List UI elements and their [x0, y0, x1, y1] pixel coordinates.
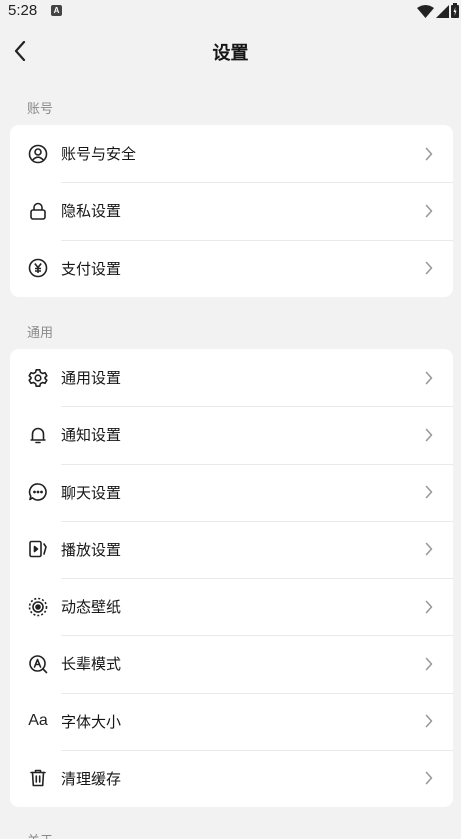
settings-item-label: 播放设置 — [61, 540, 122, 559]
lock-icon — [27, 200, 49, 222]
settings-item-label: 长辈模式 — [61, 655, 122, 674]
chevron-right-icon — [425, 485, 433, 499]
signal-icon — [436, 3, 449, 22]
user-circle-icon — [27, 143, 49, 165]
chat-bubble-icon — [27, 481, 49, 503]
section-header-account: 账号 — [27, 102, 54, 117]
chevron-right-icon — [425, 428, 433, 442]
settings-item-live-wallpaper[interactable]: 动态壁纸 — [10, 578, 453, 635]
settings-item-elder-mode[interactable]: 长辈模式 — [10, 635, 453, 692]
live-wallpaper-icon — [27, 596, 49, 618]
settings-item-chat[interactable]: 聊天设置 — [10, 463, 453, 521]
settings-item-label: 动态壁纸 — [61, 598, 122, 617]
wifi-icon — [417, 3, 434, 22]
chevron-right-icon — [425, 371, 433, 385]
settings-item-account-security[interactable]: 账号与安全 — [10, 125, 453, 182]
settings-item-label: 清理缓存 — [61, 769, 122, 788]
font-size-icon: Aa — [28, 712, 48, 730]
settings-item-payment[interactable]: 支付设置 — [10, 239, 453, 297]
settings-item-privacy[interactable]: 隐私设置 — [10, 182, 453, 239]
nav-bar: 设置 — [0, 24, 461, 78]
settings-item-label: 支付设置 — [61, 259, 122, 278]
chevron-right-icon — [425, 204, 433, 218]
settings-item-clear-cache[interactable]: 清理缓存 — [10, 749, 453, 807]
chevron-right-icon — [425, 542, 433, 556]
trash-icon — [27, 767, 49, 789]
yen-circle-icon — [27, 257, 49, 279]
settings-item-font-size[interactable]: Aa 字体大小 — [10, 692, 453, 750]
settings-item-label: 隐私设置 — [61, 202, 122, 221]
chevron-right-icon — [425, 261, 433, 275]
settings-item-label: 通知设置 — [61, 426, 122, 445]
settings-item-playback[interactable]: 播放设置 — [10, 520, 453, 578]
chevron-right-icon — [425, 714, 433, 728]
settings-item-label: 字体大小 — [61, 712, 122, 731]
card-general: 通用设置 通知设置 聊天设置 播放设置 动态壁纸 长辈模式 Aa 字体大小 清理… — [10, 349, 453, 807]
settings-item-label: 通用设置 — [61, 369, 122, 388]
chevron-right-icon — [425, 771, 433, 785]
card-account: 账号与安全 隐私设置 支付设置 — [10, 125, 453, 297]
section-header-general: 通用 — [27, 326, 54, 341]
gear-icon — [27, 367, 49, 389]
battery-icon — [451, 3, 459, 22]
page-title: 设置 — [212, 43, 249, 64]
bell-icon — [27, 424, 49, 446]
status-time: 5:28 — [8, 2, 38, 19]
settings-item-label: 聊天设置 — [61, 483, 122, 502]
chevron-right-icon — [425, 147, 433, 161]
section-header-about: 关于 — [27, 830, 53, 839]
status-bar: 5:28 A — [0, 0, 461, 24]
settings-item-label: 账号与安全 — [61, 145, 137, 164]
elder-mode-icon — [27, 653, 49, 675]
chevron-right-icon — [425, 600, 433, 614]
notification-a-icon: A — [51, 5, 62, 16]
chevron-right-icon — [425, 657, 433, 671]
status-icons — [417, 3, 459, 22]
settings-item-general[interactable]: 通用设置 — [10, 349, 453, 406]
play-device-icon — [27, 538, 49, 560]
settings-item-notifications[interactable]: 通知设置 — [10, 406, 453, 463]
